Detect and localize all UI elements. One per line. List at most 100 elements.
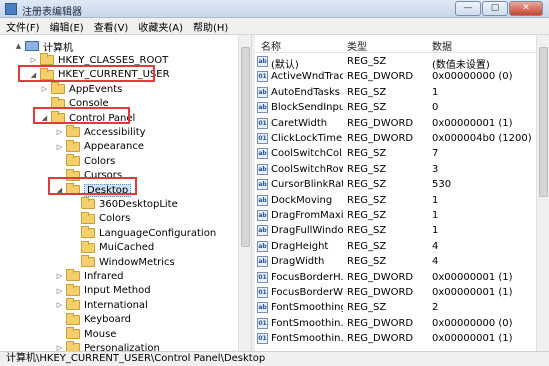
values-list[interactable]: 名称 类型 数据 ab (默认) REG_SZ (数值未设置) 01 ActiveWndT… xyxy=(255,35,549,351)
tree-node[interactable]: ▷ Input Method xyxy=(55,283,151,298)
value-row[interactable]: ab DragHeight REG_SZ 4 xyxy=(255,239,535,254)
tree-node[interactable]: 360DesktopLite xyxy=(70,197,178,211)
expand-arrow-icon[interactable]: ▷ xyxy=(55,128,64,136)
tree-node[interactable]: Colors xyxy=(70,211,130,226)
list-scroll-thumb[interactable] xyxy=(539,47,548,197)
expand-arrow-icon[interactable]: ▷ xyxy=(29,56,38,64)
value-type: REG_SZ xyxy=(347,194,387,206)
column-data-header[interactable]: 数据 xyxy=(432,38,452,53)
column-name-header[interactable]: 名称 xyxy=(261,38,281,53)
tree-scroll-thumb[interactable] xyxy=(241,47,250,247)
expand-arrow-icon[interactable]: ▷ xyxy=(40,85,49,93)
value-name: CursorBlinkRate xyxy=(271,179,343,191)
value-row[interactable]: ab DragWidth REG_SZ 4 xyxy=(255,254,535,269)
column-type-header[interactable]: 类型 xyxy=(347,38,367,53)
menu-favorites[interactable]: 收藏夹(A) xyxy=(138,19,183,34)
close-button[interactable]: ✕ xyxy=(509,1,543,16)
menu-edit[interactable]: 编辑(E) xyxy=(50,19,84,34)
value-data: 530 xyxy=(432,179,452,191)
tree-node-label: 计算机 xyxy=(43,42,73,54)
value-row[interactable]: 01 FontSmoothin... REG_DWORD 0x00000000 (0) xyxy=(255,316,535,331)
value-row[interactable]: ab (默认) REG_SZ (数值未设置) xyxy=(255,54,535,71)
minimize-button[interactable]: — xyxy=(455,1,481,16)
value-row[interactable]: 01ActiveWndTrac... REG_DWORD 0x00000000 (0… xyxy=(255,69,535,84)
value-row[interactable]: 01 CaretWidth REG_DWORD 0x00000001 (1) xyxy=(255,116,535,131)
tree-node[interactable]: ▷ Accessibility xyxy=(55,125,146,139)
maximize-button[interactable]: ▢ xyxy=(482,1,508,16)
tree-node[interactable]: ▷ International xyxy=(55,298,148,312)
value-row[interactable]: 01 FontSmoothin... REG_DWORD 0x00000001 (1) xyxy=(255,331,535,346)
string-value-icon: ab xyxy=(257,302,268,314)
registry-tree[interactable]: ▲ 计算机 ▷ HKEY_CLASSES_ROOT ◢ HKEY_CURRENT_USER… xyxy=(0,35,251,351)
tree-node-label: International xyxy=(84,299,148,311)
expand-arrow-icon[interactable]: ▷ xyxy=(55,272,64,280)
folder-icon xyxy=(81,197,95,210)
folder-icon xyxy=(81,255,95,267)
value-row[interactable]: abBlockSendInpu... REG_SZ 0 xyxy=(255,100,535,115)
folder-icon xyxy=(66,154,80,167)
string-value-icon: ab xyxy=(257,210,268,221)
tree-node[interactable]: WindowMetrics xyxy=(70,255,175,269)
tree-node[interactable]: Mouse xyxy=(55,327,116,341)
value-type: REG_DWORD xyxy=(347,117,414,129)
value-data: 1 xyxy=(432,225,439,237)
folder-icon xyxy=(66,341,80,351)
tree-node[interactable]: ▷ AppEvents xyxy=(40,82,122,96)
string-value-icon: ab xyxy=(257,194,268,206)
value-type: REG_DWORD xyxy=(347,287,414,298)
tree-node[interactable]: ▷ Infrared xyxy=(55,269,123,283)
tree-node[interactable]: ▷ Appearance xyxy=(55,139,144,154)
tree-node[interactable]: MuiCached xyxy=(70,240,154,255)
binary-value-icon: 01 xyxy=(257,117,268,129)
value-name: CoolSwitchCol... xyxy=(271,148,343,160)
value-type: REG_SZ xyxy=(347,102,387,114)
expand-arrow-icon[interactable]: ▷ xyxy=(55,287,64,295)
value-row[interactable]: ab AutoEndTasks REG_SZ 1 xyxy=(255,85,535,100)
value-row[interactable]: abDragFromMaxi... REG_SZ 1 xyxy=(255,208,535,223)
folder-icon xyxy=(66,283,80,296)
tree-node-label: 360DesktopLite xyxy=(99,198,178,210)
folder-icon xyxy=(66,125,80,138)
value-row[interactable]: abCoolSwitchRows REG_SZ 3 xyxy=(255,162,535,177)
value-name: CaretWidth xyxy=(271,117,328,129)
menu-view[interactable]: 查看(V) xyxy=(94,19,129,34)
value-row[interactable]: abDragFullWindo... REG_SZ 1 xyxy=(255,223,535,238)
value-name: DragWidth xyxy=(271,256,325,268)
tree-node[interactable]: Colors xyxy=(55,154,115,168)
menu-file[interactable]: 文件(F) xyxy=(6,19,40,34)
list-scrollbar[interactable] xyxy=(536,35,549,351)
folder-icon xyxy=(66,269,80,282)
binary-value-icon: 01 xyxy=(257,271,268,283)
value-row[interactable]: 01 FocusBorderH... REG_DWORD 0x00000001 (1) xyxy=(255,270,535,285)
value-row[interactable]: abCoolSwitchCol... REG_SZ 7 xyxy=(255,146,535,161)
folder-icon xyxy=(40,53,54,66)
string-value-icon: ab xyxy=(257,179,268,191)
tree-node[interactable]: ▷ Personalization xyxy=(55,341,160,351)
expand-arrow-icon[interactable]: ▷ xyxy=(55,301,64,309)
value-name: AutoEndTasks xyxy=(271,86,341,98)
folder-icon xyxy=(66,139,80,152)
tree-node-label: AppEvents xyxy=(69,83,123,95)
tree-node-label: Colors xyxy=(84,155,116,167)
value-row[interactable]: abCursorBlinkRate REG_SZ 530 xyxy=(255,177,535,192)
folder-icon xyxy=(81,211,95,224)
value-type: REG_SZ xyxy=(347,256,387,268)
menu-help[interactable]: 帮助(H) xyxy=(193,19,228,34)
tree-node[interactable]: Keyboard xyxy=(55,312,131,327)
value-data: 1 xyxy=(432,86,439,98)
value-row[interactable]: ab FontSmoothing REG_SZ 2 xyxy=(255,300,535,315)
value-type: REG_SZ xyxy=(347,163,387,175)
expand-arrow-icon[interactable]: ▷ xyxy=(55,143,64,151)
expand-arrow-icon[interactable]: ▲ xyxy=(14,42,23,50)
string-value-icon: ab xyxy=(257,240,268,252)
value-row[interactable]: 01 ClickLockTime REG_DWORD 0x000004b0 (1200… xyxy=(255,131,535,146)
expand-arrow-icon[interactable]: ▷ xyxy=(55,344,64,351)
tree-node[interactable]: ▲ 计算机 xyxy=(14,39,73,54)
tree-node-label: WindowMetrics xyxy=(99,256,175,268)
value-row[interactable]: 01FocusBorderW... REG_DWORD 0x00000001 (1) xyxy=(255,285,535,300)
value-data: 1 xyxy=(432,210,439,221)
tree-scrollbar[interactable] xyxy=(238,35,251,351)
value-row[interactable]: ab DockMoving REG_SZ 1 xyxy=(255,193,535,208)
tree-node[interactable]: LanguageConfiguration xyxy=(70,226,216,240)
string-value-icon: ab xyxy=(257,86,268,98)
